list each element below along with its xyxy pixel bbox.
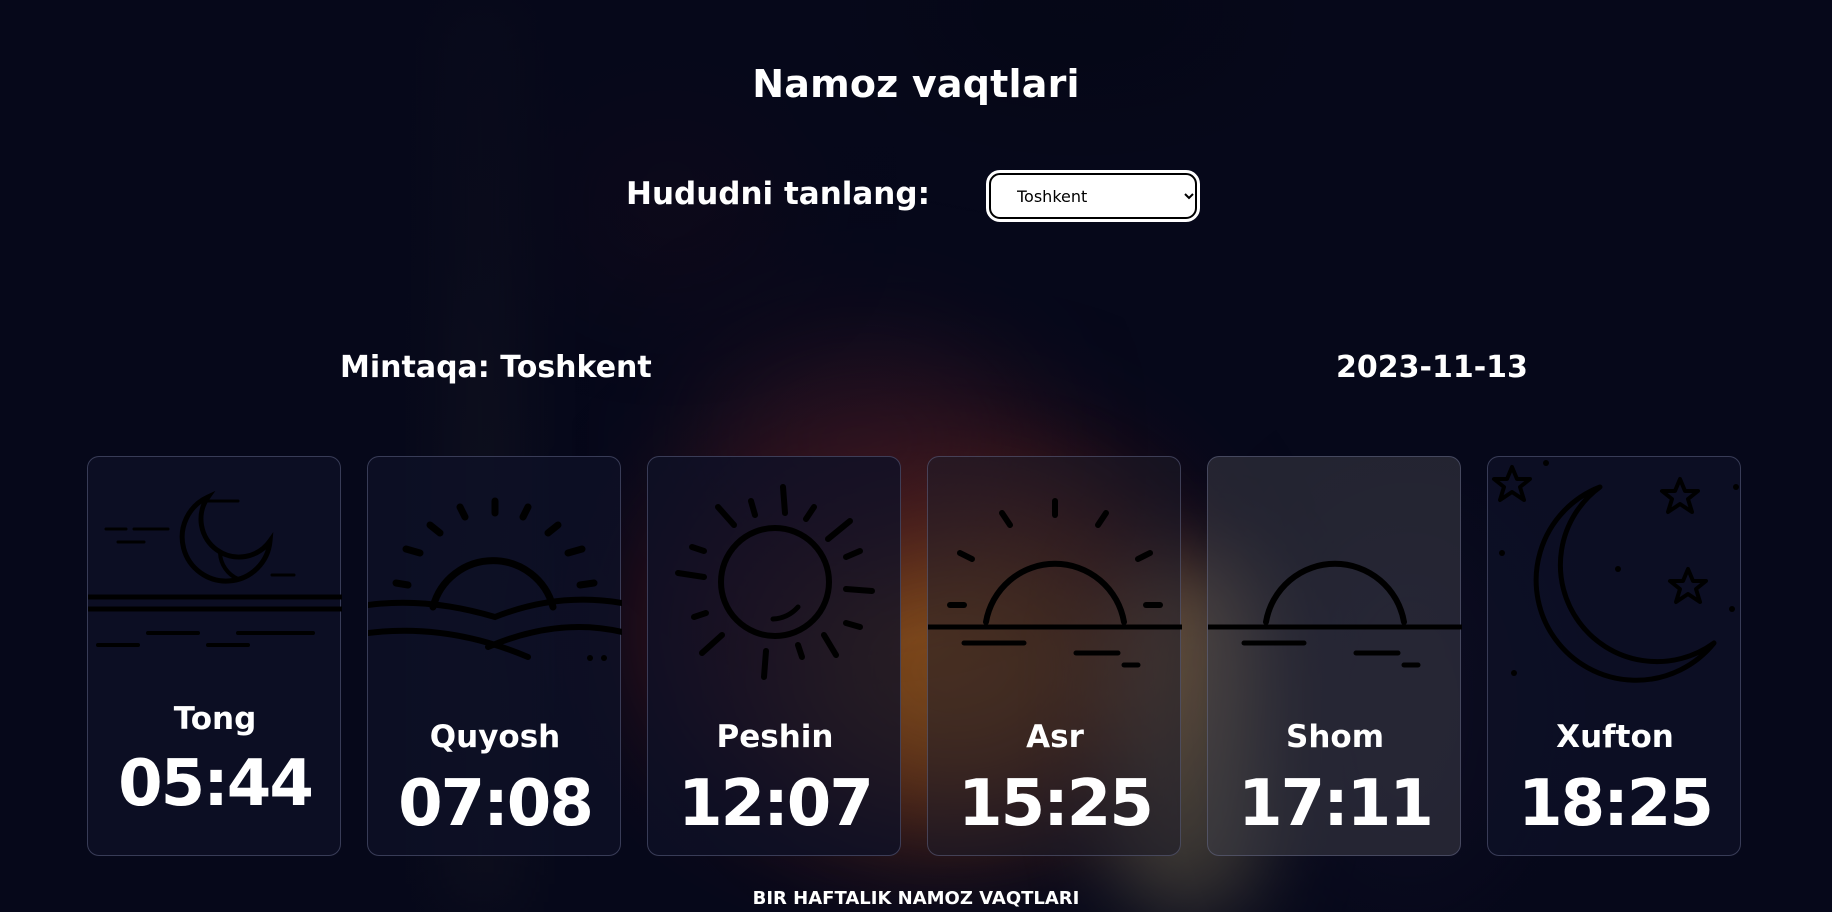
prayer-time: 07:08 <box>398 767 594 841</box>
prayer-card-quyosh: Quyosh 07:08 <box>367 456 622 856</box>
prayer-time: 12:07 <box>678 767 874 841</box>
prayer-time: 18:25 <box>1518 767 1714 841</box>
weekly-times-heading[interactable]: BIR HAFTALIK NAMOZ VAQTLARI <box>0 888 1832 909</box>
date-display: 2023-11-13 <box>1336 350 1528 385</box>
sun-on-horizon-icon <box>928 498 1182 668</box>
crescent-moon-stars-icon <box>1492 460 1739 683</box>
region-label: Hududni tanlang: <box>626 176 930 212</box>
prayer-name: Quyosh <box>429 719 561 755</box>
prayer-card-tong: Tong 05:44 <box>87 456 342 856</box>
sun-icon <box>675 484 875 680</box>
region-select[interactable]: Toshkent <box>986 170 1200 222</box>
prayer-time: 15:25 <box>958 767 1154 841</box>
sunrise-over-hills-icon <box>368 497 622 661</box>
prayer-time: 17:11 <box>1238 767 1434 841</box>
prayer-name: Peshin <box>716 719 834 755</box>
moon-over-water-icon <box>88 490 342 647</box>
sunset-icon <box>1208 560 1462 668</box>
prayer-time: 05:44 <box>118 747 314 821</box>
prayer-cards: Tong 05:44 Quyosh 07:08 Peshin 12:07 Asr… <box>87 456 1743 856</box>
page: Namoz vaqtlari Hududni tanlang: Toshkent… <box>0 0 1832 912</box>
prayer-name: Xufton <box>1556 719 1674 755</box>
prayer-name: Tong <box>173 701 257 737</box>
prayer-card-asr: Asr 15:25 <box>927 456 1182 856</box>
prayer-name: Asr <box>1026 719 1084 755</box>
prayer-name: Shom <box>1286 719 1384 755</box>
prayer-card-shom: Shom 17:11 <box>1207 456 1462 856</box>
prayer-card-xufton: Xufton 18:25 <box>1487 456 1741 856</box>
region-info: Mintaqa: Toshkent <box>340 350 652 385</box>
prayer-card-peshin: Peshin 12:07 <box>647 456 901 856</box>
page-title: Namoz vaqtlari <box>752 62 1080 106</box>
